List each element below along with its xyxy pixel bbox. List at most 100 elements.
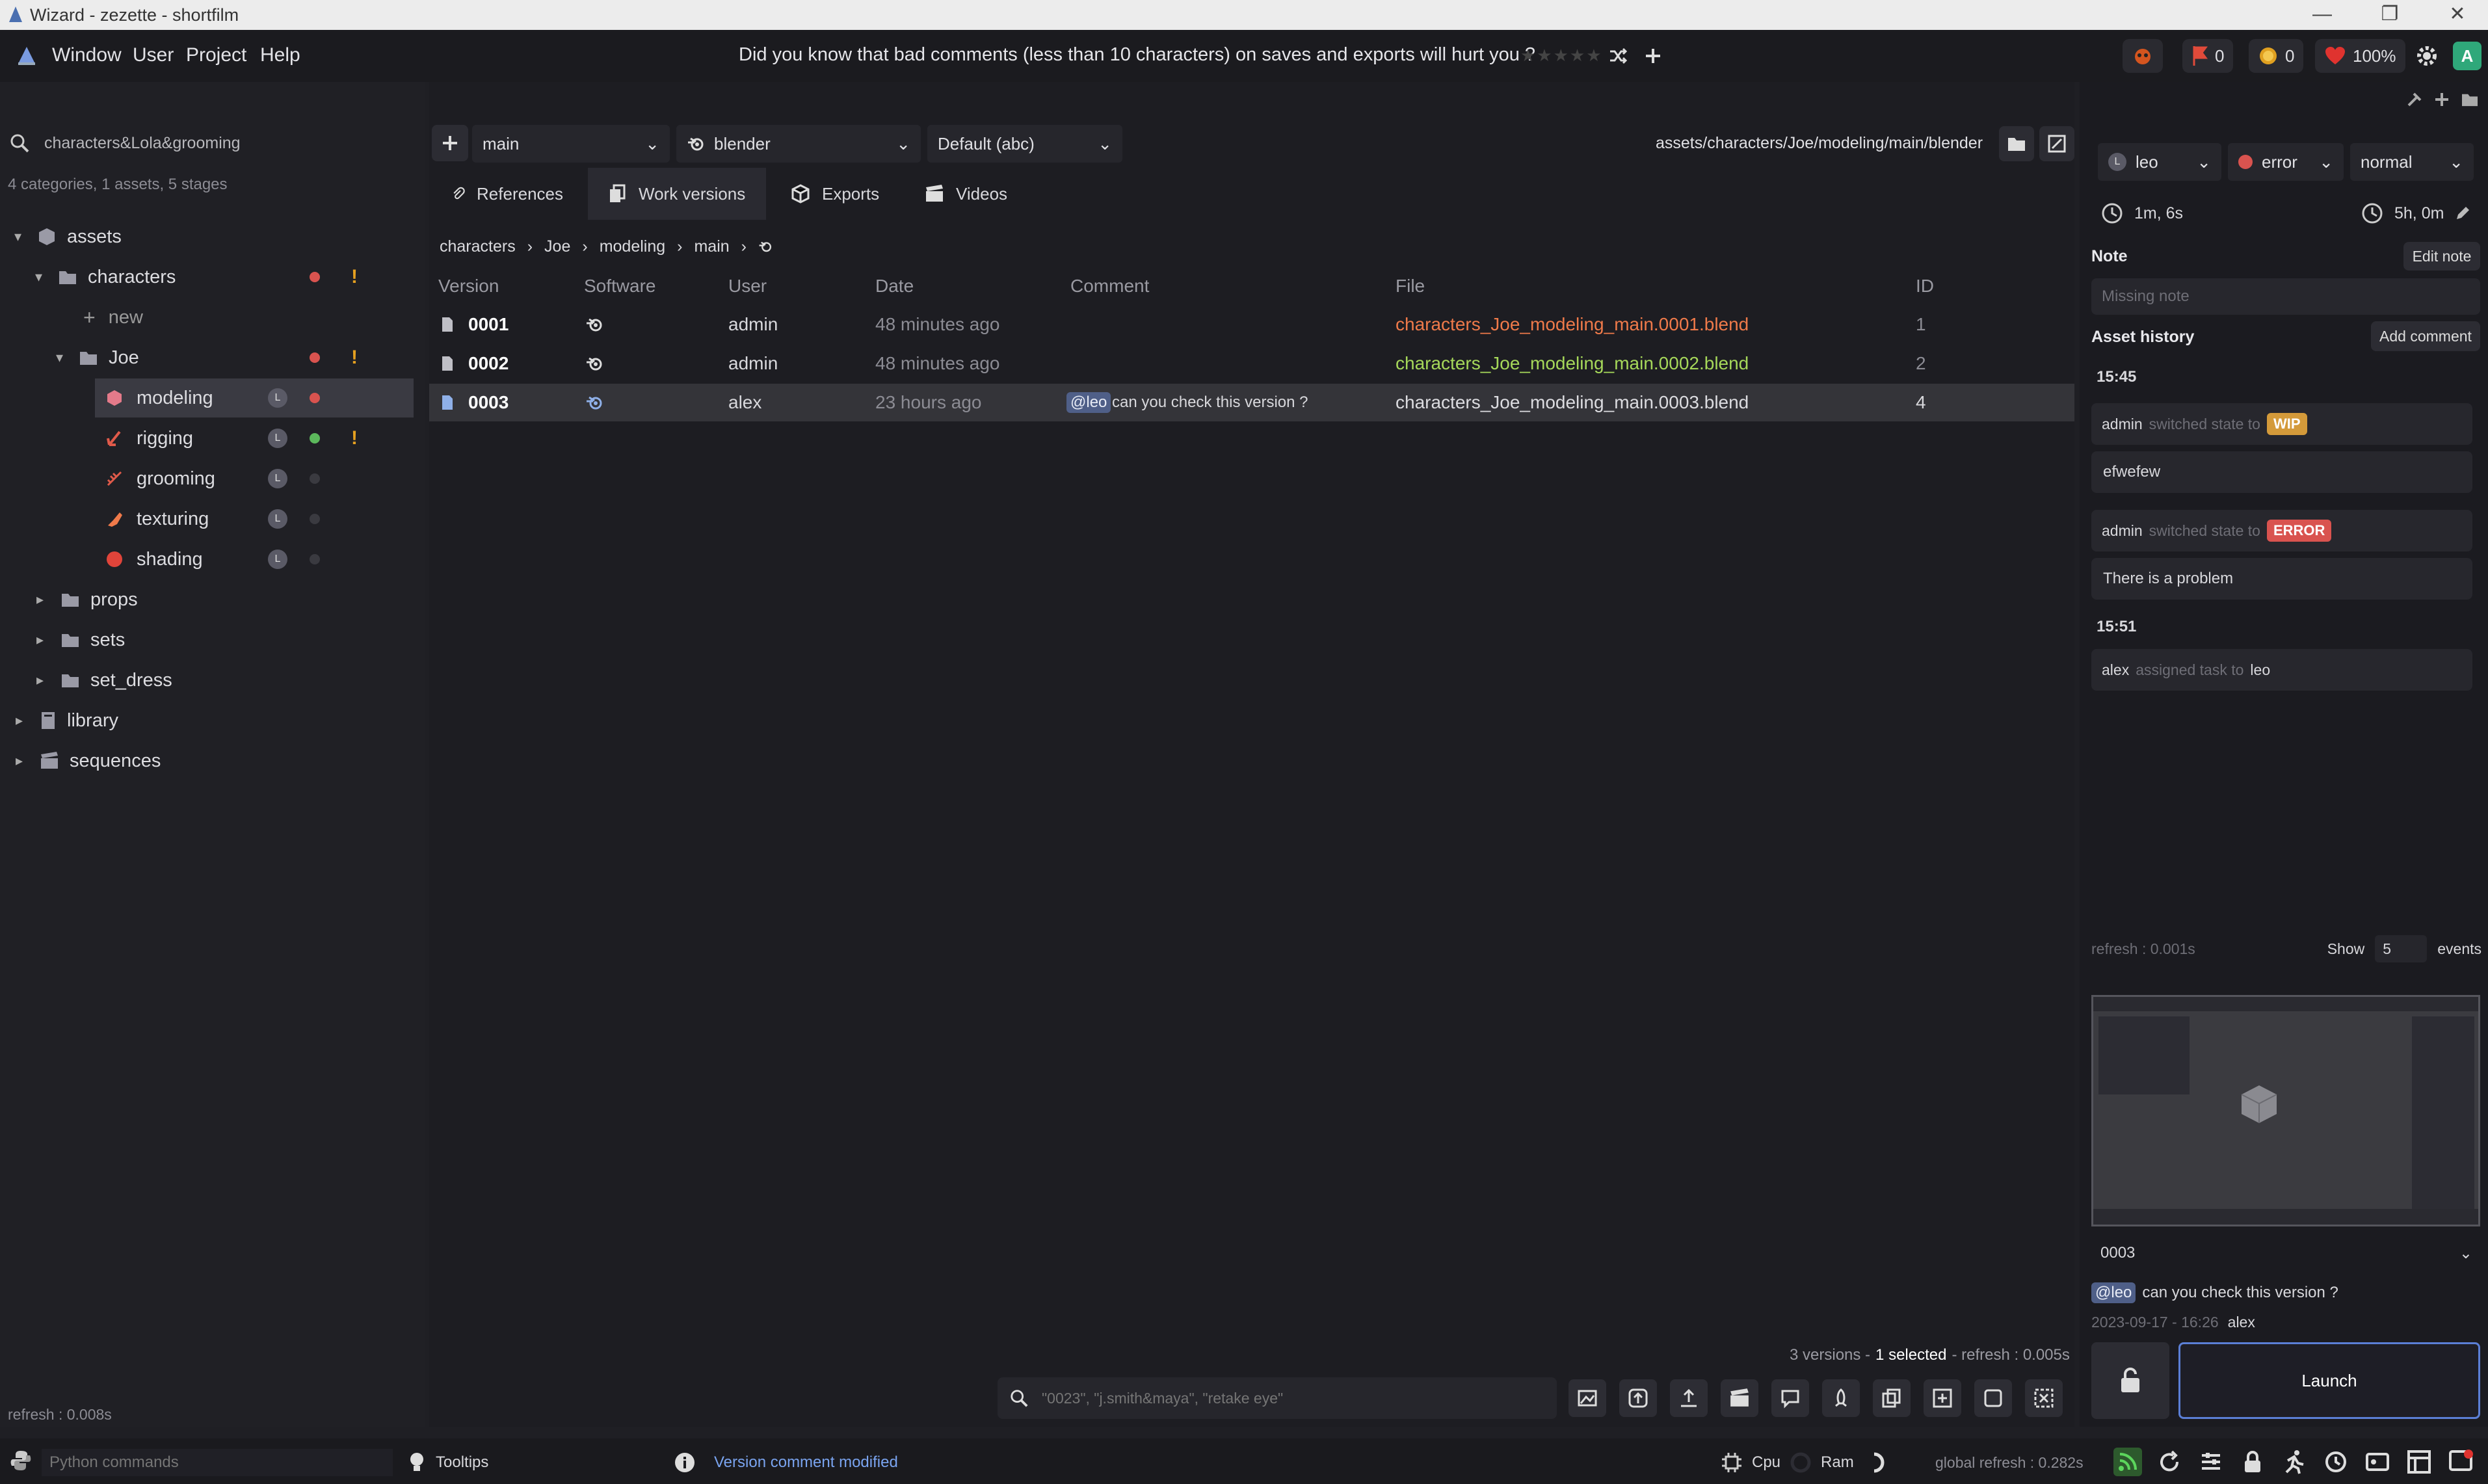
chevron-down-icon[interactable]: ▾ xyxy=(56,349,63,366)
chevron-down-icon[interactable]: ▾ xyxy=(14,228,21,245)
tree-item-sets[interactable]: ▸ sets xyxy=(0,620,416,659)
sliders-icon[interactable] xyxy=(2197,1448,2225,1476)
breadcrumb-item[interactable]: characters xyxy=(440,237,516,256)
dashboard-icon[interactable] xyxy=(2405,1448,2433,1476)
tooltips-toggle[interactable]: Tooltips xyxy=(408,1451,488,1474)
add-variant-button[interactable] xyxy=(432,125,468,161)
table-row[interactable]: 0002 admin 48 minutes ago characters_Joe… xyxy=(429,345,2074,382)
pin-icon[interactable] xyxy=(2406,91,2423,108)
restore-button[interactable]: ❐ xyxy=(2354,0,2426,30)
menu-help[interactable]: Help xyxy=(260,44,300,66)
export-button[interactable] xyxy=(1670,1379,1708,1417)
table-row[interactable]: 0001 admin 48 minutes ago characters_Joe… xyxy=(429,306,2074,343)
preview-version-select[interactable]: 0003 ⌄ xyxy=(2091,1237,2480,1269)
tree-item-rigging[interactable]: rigging L ! xyxy=(0,419,416,458)
menu-project[interactable]: Project xyxy=(186,44,246,66)
breadcrumb-item[interactable]: modeling xyxy=(600,237,665,256)
minimize-button[interactable]: — xyxy=(2286,0,2358,30)
archive-button[interactable] xyxy=(2025,1379,2063,1417)
blender-icon[interactable] xyxy=(758,240,773,253)
tree-item-modeling[interactable]: modeling L xyxy=(95,378,414,417)
pencil-icon[interactable] xyxy=(2454,205,2471,222)
tree-item-props[interactable]: ▸ props xyxy=(0,580,416,619)
folder-icon[interactable] xyxy=(2461,92,2479,107)
assignee-select[interactable]: L leo ⌄ xyxy=(2098,143,2221,181)
tree-item-assets[interactable]: ▾ assets xyxy=(0,217,416,256)
menu-user[interactable]: User xyxy=(133,44,174,66)
launch-button[interactable]: Launch xyxy=(2178,1342,2480,1419)
chevron-right-icon[interactable]: ▸ xyxy=(16,752,23,769)
mention-tag[interactable]: @leo xyxy=(1066,392,1111,413)
breadcrumb-item[interactable]: main xyxy=(694,237,729,256)
column-comment[interactable]: Comment xyxy=(1070,276,1149,297)
tab-exports[interactable]: Exports xyxy=(771,168,900,220)
version-preview-image[interactable] xyxy=(2091,995,2480,1226)
comment-button[interactable] xyxy=(1771,1379,1809,1417)
tree-item-set-dress[interactable]: ▸ set_dress xyxy=(0,661,416,700)
shuffle-icon[interactable] xyxy=(1604,42,1632,70)
open-software-button[interactable] xyxy=(2039,126,2074,161)
software-select[interactable]: blender ⌄ xyxy=(676,125,921,163)
tree-item-new[interactable]: + new xyxy=(0,298,416,337)
launch-rocket-button[interactable] xyxy=(1822,1379,1860,1417)
plus-icon[interactable] xyxy=(2433,91,2450,108)
rss-icon[interactable] xyxy=(2113,1448,2142,1476)
tip-rating[interactable]: ★★★★★ xyxy=(1520,46,1603,66)
add-comment-button[interactable]: Add comment xyxy=(2371,321,2480,351)
tree-item-sequences[interactable]: ▸ sequences xyxy=(0,741,416,780)
lock-button[interactable] xyxy=(2091,1342,2169,1419)
settings-icon[interactable] xyxy=(2413,42,2441,70)
column-software[interactable]: Software xyxy=(584,276,656,297)
chevron-right-icon[interactable]: ▸ xyxy=(16,712,23,729)
state-select[interactable]: error ⌄ xyxy=(2228,143,2344,181)
close-button[interactable]: ✕ xyxy=(2422,0,2488,30)
lock-icon[interactable] xyxy=(2238,1448,2267,1476)
tab-references[interactable]: References xyxy=(432,168,583,220)
variant-select[interactable]: main ⌄ xyxy=(472,125,670,163)
upload-button[interactable] xyxy=(1619,1379,1657,1417)
table-row[interactable]: 0003 alex 23 hours ago @leo can you chec… xyxy=(429,384,2074,421)
duplicate-button[interactable] xyxy=(1873,1379,1911,1417)
chevron-right-icon[interactable]: ▸ xyxy=(36,591,44,608)
tree-item-joe[interactable]: ▾ Joe ! xyxy=(0,338,416,377)
note-box[interactable]: Missing note xyxy=(2091,278,2480,315)
version-search-box[interactable] xyxy=(998,1377,1557,1419)
empty-version-button[interactable] xyxy=(1974,1379,2012,1417)
history-icon[interactable] xyxy=(2322,1448,2350,1476)
new-version-button[interactable] xyxy=(1924,1379,1961,1417)
notifications-icon[interactable] xyxy=(2446,1448,2475,1476)
tree-search-input[interactable]: characters&Lola&grooming xyxy=(44,134,241,153)
tree-item-texturing[interactable]: texturing L xyxy=(0,499,416,538)
chevron-right-icon[interactable]: ▸ xyxy=(36,672,44,689)
add-tip-icon[interactable] xyxy=(1639,42,1667,70)
chevron-down-icon[interactable]: ▾ xyxy=(35,269,42,285)
edit-note-button[interactable]: Edit note xyxy=(2403,242,2480,271)
running-icon[interactable] xyxy=(2280,1448,2309,1476)
tree-item-grooming[interactable]: grooming L xyxy=(0,459,416,498)
priority-select[interactable]: normal ⌄ xyxy=(2350,143,2474,181)
column-id[interactable]: ID xyxy=(1916,276,1934,297)
menu-window[interactable]: Window xyxy=(52,44,122,66)
life-counter[interactable]: 100% xyxy=(2315,39,2405,73)
breadcrumb-item[interactable]: Joe xyxy=(544,237,570,256)
tab-videos[interactable]: Videos xyxy=(905,168,1029,220)
version-search-input[interactable] xyxy=(1040,1388,1537,1408)
column-version[interactable]: Version xyxy=(438,276,499,297)
storage-icon[interactable] xyxy=(2363,1448,2392,1476)
tree-item-characters[interactable]: ▾ characters ! xyxy=(0,258,416,297)
preset-select[interactable]: Default (abc) ⌄ xyxy=(927,125,1122,163)
coins-counter[interactable]: 0 xyxy=(2249,39,2304,73)
user-avatar[interactable]: A xyxy=(2453,42,2481,70)
column-date[interactable]: Date xyxy=(875,276,914,297)
column-file[interactable]: File xyxy=(1396,276,1425,297)
chevron-right-icon[interactable]: ▸ xyxy=(36,631,44,648)
events-count-input[interactable]: 5 xyxy=(2375,935,2428,962)
python-command-input[interactable] xyxy=(42,1449,393,1476)
tree-item-library[interactable]: ▸ library xyxy=(0,701,416,740)
refresh-icon[interactable] xyxy=(2155,1448,2184,1476)
column-user[interactable]: User xyxy=(728,276,767,297)
monster-badge[interactable] xyxy=(2123,39,2163,73)
flags-counter[interactable]: 0 xyxy=(2182,39,2234,73)
open-folder-button[interactable] xyxy=(1999,126,2034,161)
mention-tag[interactable]: @leo xyxy=(2091,1282,2136,1303)
